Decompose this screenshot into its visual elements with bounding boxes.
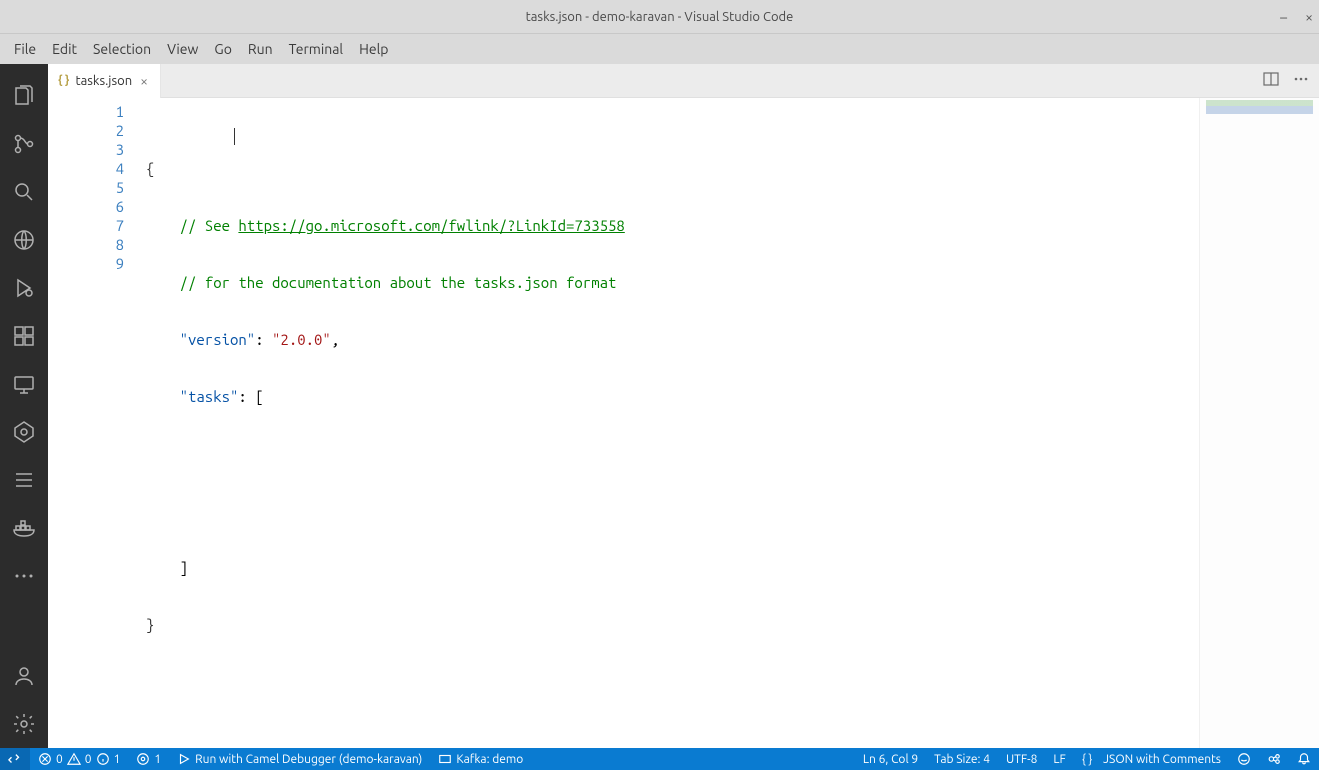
code-text: { (146, 160, 154, 177)
status-debug-config[interactable]: Run with Camel Debugger (demo-karavan) (169, 748, 430, 770)
code-text: , (331, 331, 339, 348)
docker-icon[interactable] (0, 504, 48, 552)
tab-tasks-json[interactable]: { } tasks.json × (48, 64, 161, 98)
menu-terminal[interactable]: Terminal (281, 37, 352, 61)
status-ports[interactable]: 1 (128, 748, 169, 770)
minimap[interactable] (1199, 98, 1319, 748)
line-number: 5 (48, 178, 124, 197)
source-control-icon[interactable] (0, 120, 48, 168)
minimap-content (1206, 100, 1313, 114)
line-number: 6 (48, 197, 124, 216)
minimize-button[interactable]: – (1280, 9, 1287, 25)
line-number: 9 (48, 254, 124, 273)
tabbar: { } tasks.json × (48, 64, 1319, 98)
menu-file[interactable]: File (6, 37, 44, 61)
gutter: 1 2 3 4 5 6 7 8 9 (48, 98, 146, 748)
titlebar: tasks.json - demo-karavan - Visual Studi… (0, 0, 1319, 34)
kafka-label: Kafka: demo (456, 753, 523, 766)
line-number: 7 (48, 216, 124, 235)
menu-help[interactable]: Help (351, 37, 396, 61)
run-debug-icon[interactable] (0, 264, 48, 312)
ports-count: 1 (154, 753, 161, 766)
text-cursor-icon (234, 128, 235, 145)
error-count: 0 (56, 753, 63, 766)
json-icon: { } (1082, 753, 1093, 766)
info-count: 1 (114, 753, 121, 766)
overflow-icon[interactable] (0, 552, 48, 600)
warning-count: 0 (85, 753, 92, 766)
status-cursor-pos[interactable]: Ln 6, Col 9 (855, 748, 926, 770)
line-number: 1 (48, 102, 124, 121)
code-text: : [ (238, 388, 263, 405)
remote-explorer-icon[interactable] (0, 360, 48, 408)
code-text: // See (146, 217, 238, 234)
more-actions-icon[interactable] (1293, 71, 1309, 91)
status-language[interactable]: { } JSON with Comments (1074, 748, 1229, 770)
debug-config-label: Run with Camel Debugger (demo-karavan) (195, 753, 422, 766)
status-indent[interactable]: Tab Size: 4 (926, 748, 998, 770)
accounts-icon[interactable] (0, 652, 48, 700)
code-text: } (146, 616, 154, 633)
statusbar: 0 0 1 1 Run with Camel Debugger (demo-ka… (0, 748, 1319, 770)
current-line-highlight (144, 197, 1069, 216)
tab-filename: tasks.json (75, 74, 132, 88)
status-feedback-icon[interactable] (1229, 748, 1259, 770)
code-text: "2.0.0" (272, 331, 331, 348)
menubar: File Edit Selection View Go Run Terminal… (0, 34, 1319, 64)
status-problems[interactable]: 0 0 1 (30, 748, 128, 770)
line-number: 3 (48, 140, 124, 159)
editor-actions (1263, 71, 1319, 91)
status-encoding[interactable]: UTF-8 (998, 748, 1045, 770)
split-editor-icon[interactable] (1263, 71, 1279, 91)
search-icon[interactable] (0, 168, 48, 216)
code-text: : (255, 331, 272, 348)
code-link[interactable]: https://go.microsoft.com/fwlink/?LinkId=… (238, 217, 624, 234)
menu-selection[interactable]: Selection (85, 37, 159, 61)
menu-run[interactable]: Run (240, 37, 281, 61)
remote-indicator[interactable] (0, 748, 30, 770)
window-title: tasks.json - demo-karavan - Visual Studi… (526, 10, 794, 24)
kubernetes-icon[interactable] (0, 408, 48, 456)
status-kafka[interactable]: Kafka: demo (430, 748, 531, 770)
code-text: "version" (180, 331, 256, 348)
code-content[interactable]: { // See https://go.microsoft.com/fwlink… (146, 98, 1199, 748)
globe-icon[interactable] (0, 216, 48, 264)
status-live-share-icon[interactable] (1259, 748, 1289, 770)
code-text: // for the documentation about the tasks… (146, 274, 616, 291)
window-controls: – × (1280, 9, 1313, 25)
explorer-icon[interactable] (0, 72, 48, 120)
close-button[interactable]: × (1305, 9, 1313, 25)
editor-body[interactable]: 1 2 3 4 5 6 7 8 9 { // See https://go.mi… (48, 98, 1319, 748)
editor-area: { } tasks.json × 1 2 3 4 5 6 7 (48, 64, 1319, 748)
status-notifications-icon[interactable] (1289, 748, 1319, 770)
line-number: 8 (48, 235, 124, 254)
settings-gear-icon[interactable] (0, 700, 48, 748)
list-icon[interactable] (0, 456, 48, 504)
menu-go[interactable]: Go (206, 37, 239, 61)
menu-edit[interactable]: Edit (44, 37, 85, 61)
menu-view[interactable]: View (159, 37, 206, 61)
code-text: ] (146, 559, 188, 576)
extensions-icon[interactable] (0, 312, 48, 360)
line-number: 2 (48, 121, 124, 140)
code-text: "tasks" (180, 388, 239, 405)
tab-close-icon[interactable]: × (138, 73, 150, 89)
status-eol[interactable]: LF (1045, 748, 1073, 770)
line-number: 4 (48, 159, 124, 178)
activitybar (0, 64, 48, 748)
json-file-icon: { } (58, 74, 69, 87)
